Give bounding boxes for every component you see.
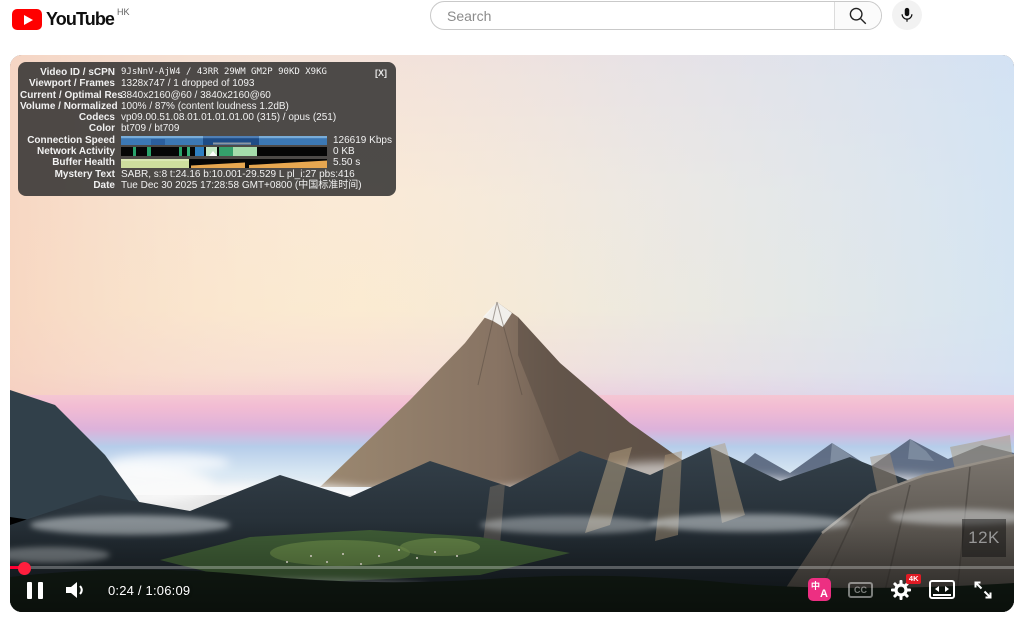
network-activity-graph [121, 147, 327, 156]
region-label: HK [117, 7, 130, 17]
stats-row-color: Color bt709 / bt709 [20, 123, 388, 134]
miniplayer-icon [935, 586, 939, 592]
stats-row-buffer-health: Buffer Health 5.50 s [20, 157, 388, 168]
stats-row-volume: Volume / Normalized 100% / 87% (content … [20, 101, 388, 112]
stats-row-date: Date Tue Dec 30 2025 17:28:58 GMT+0800 (… [20, 180, 388, 191]
buffer-health-graph [121, 159, 327, 168]
top-bar: YouTube HK [0, 0, 1024, 48]
voice-search-button[interactable] [892, 0, 922, 30]
stats-close-button[interactable]: [X] [375, 68, 387, 78]
quality-badge: 4K [906, 574, 921, 584]
pause-button[interactable] [27, 582, 43, 599]
stats-row-viewport: Viewport / Frames 1328x747 / 1 dropped o… [20, 78, 388, 89]
subtitles-button[interactable]: CC [848, 582, 873, 598]
player-controls-left: 0:24 / 1:06:09 [27, 580, 190, 600]
microphone-icon [898, 6, 916, 24]
time-display: 0:24 / 1:06:09 [108, 583, 190, 598]
stats-row-connection-speed: Connection Speed 126619 Kbps [20, 135, 388, 146]
stats-for-nerds-panel: [X] Video ID / sCPN 9JsNnV-AjW4 / 43RR 2… [18, 62, 396, 196]
fullscreen-icon [972, 579, 994, 601]
search-input[interactable] [431, 2, 834, 29]
search-bar [430, 1, 882, 30]
cc-icon: CC [854, 585, 867, 595]
pause-icon [27, 582, 32, 599]
fullscreen-button[interactable] [972, 579, 994, 601]
stats-row-mystery-text: Mystery Text SABR, s:8 t:24.16 b:10.001-… [20, 169, 388, 180]
stats-row-network-activity: Network Activity 0 KB [20, 146, 388, 157]
youtube-logo[interactable]: YouTube HK [12, 9, 130, 30]
stats-row-codecs: Codecs vp09.00.51.08.01.01.01.01.00 (315… [20, 112, 388, 123]
scrubber-handle[interactable] [18, 562, 31, 575]
translate-icon: 中 [811, 579, 820, 592]
progress-bar[interactable] [10, 566, 1014, 569]
connection-speed-graph [121, 136, 327, 145]
resolution-watermark: 12K [962, 519, 1006, 557]
search-icon [847, 5, 869, 27]
volume-button[interactable] [63, 580, 88, 600]
volume-icon [63, 580, 88, 600]
translate-extension-button[interactable]: 中 A [808, 578, 831, 601]
video-player[interactable]: [X] Video ID / sCPN 9JsNnV-AjW4 / 43RR 2… [10, 55, 1014, 612]
youtube-play-icon [12, 9, 42, 30]
stats-row-resolution: Current / Optimal Res 3840x2160@60 / 384… [20, 90, 388, 101]
miniplayer-button[interactable] [929, 580, 955, 599]
player-controls-right: 中 A CC 4K [808, 578, 994, 601]
youtube-wordmark: YouTube [46, 9, 114, 30]
stats-row-video-id: Video ID / sCPN 9JsNnV-AjW4 / 43RR 29WM … [20, 67, 388, 78]
search-button[interactable] [834, 2, 881, 29]
settings-button[interactable]: 4K [890, 579, 912, 601]
